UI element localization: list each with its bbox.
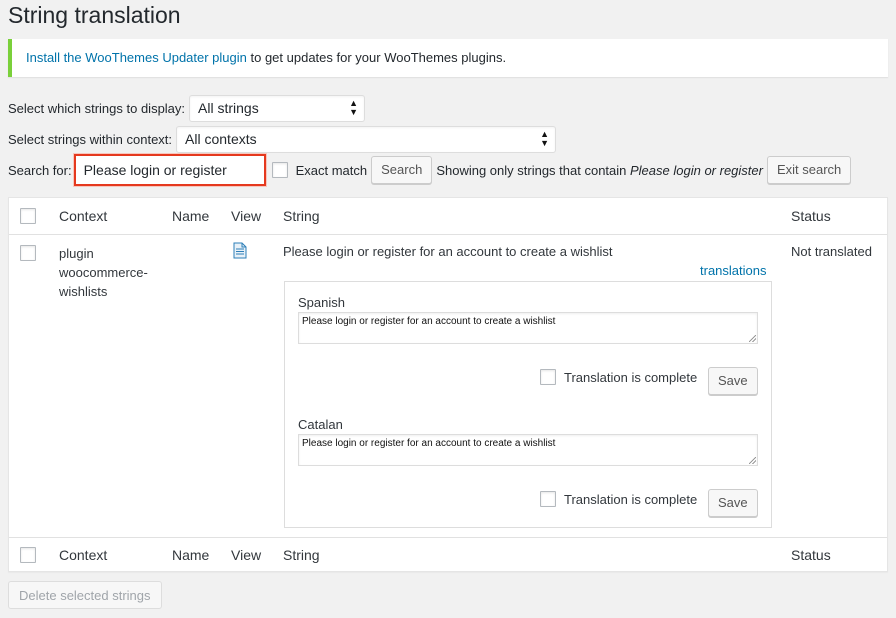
- display-filter-label: Select which strings to display:: [8, 101, 186, 116]
- row-checkbox[interactable]: [20, 245, 36, 261]
- translations-panel: Spanish Please login or register for an …: [284, 281, 772, 528]
- updater-notice: Install the WooThemes Updater plugin to …: [8, 39, 888, 77]
- select-all-checkbox[interactable]: [20, 208, 36, 224]
- search-input[interactable]: Please login or register: [73, 154, 266, 186]
- complete-toggle-catalan: Translation is complete: [540, 491, 697, 507]
- search-row: Search for: Please login or register Exa…: [8, 154, 852, 186]
- display-select[interactable]: All strings ▲ ▼: [189, 95, 366, 122]
- display-filter-row: Select which strings to display: All str…: [8, 95, 366, 122]
- column-header-name: Name: [172, 208, 210, 224]
- display-select-value: All strings: [198, 100, 259, 116]
- context-filter-label: Select strings within context:: [8, 132, 173, 147]
- column-footer-string[interactable]: String: [283, 547, 320, 563]
- complete-toggle-spanish: Translation is complete: [540, 369, 697, 385]
- resize-grip-icon[interactable]: [749, 335, 756, 342]
- save-button-spanish[interactable]: Save: [708, 367, 758, 395]
- language-label-catalan: Catalan: [298, 417, 343, 432]
- select-all-checkbox-footer[interactable]: [20, 547, 36, 563]
- context-select-value: All contexts: [185, 131, 257, 147]
- context-select[interactable]: All contexts ▲ ▼: [176, 126, 557, 153]
- header-divider: [9, 234, 887, 235]
- translation-complete-label: Translation is complete: [564, 491, 698, 507]
- column-footer-status: Status: [791, 547, 831, 563]
- translation-complete-label: Translation is complete: [564, 369, 698, 385]
- search-button[interactable]: Search: [371, 156, 433, 184]
- column-footer-context[interactable]: Context: [59, 547, 107, 563]
- search-label: Search for:: [8, 162, 72, 178]
- select-arrows-icon: ▲ ▼: [540, 129, 550, 148]
- translation-textarea-catalan[interactable]: Please login or register for an account …: [298, 434, 758, 466]
- column-header-string[interactable]: String: [283, 208, 320, 224]
- strings-table: Context Name View String Status plugin w…: [8, 197, 888, 572]
- column-footer-view: View: [231, 547, 262, 563]
- resize-grip-icon[interactable]: [749, 457, 756, 464]
- document-icon[interactable]: [233, 242, 247, 259]
- exit-search-button[interactable]: Exit search: [766, 156, 852, 184]
- search-status-text: Showing only strings that contain Please…: [436, 162, 763, 178]
- language-label-spanish: Spanish: [298, 295, 345, 310]
- exact-match-checkbox[interactable]: [271, 162, 288, 178]
- translation-complete-checkbox-catalan[interactable]: [540, 491, 556, 507]
- save-button-catalan[interactable]: Save: [708, 489, 758, 517]
- delete-selected-button[interactable]: Delete selected strings: [8, 581, 162, 609]
- notice-text: to get updates for your WooThemes plugin…: [246, 50, 507, 65]
- translations-link[interactable]: translations: [700, 263, 766, 278]
- row-string: Please login or register for an account …: [283, 244, 613, 259]
- translation-complete-checkbox-spanish[interactable]: [540, 369, 556, 385]
- row-context: plugin woocommerce- wishlists: [59, 246, 148, 299]
- row-status: Not translated: [791, 244, 872, 259]
- context-filter-row: Select strings within context: All conte…: [8, 126, 557, 153]
- column-header-view: View: [231, 208, 262, 224]
- install-updater-link[interactable]: Install the WooThemes Updater plugin: [26, 50, 247, 65]
- exact-match-label: Exact match: [295, 162, 368, 178]
- select-arrows-icon: ▲ ▼: [349, 98, 359, 117]
- footer-divider: [9, 537, 887, 538]
- column-header-context[interactable]: Context: [59, 208, 107, 224]
- page-title: String translation: [8, 2, 181, 28]
- translation-textarea-spanish[interactable]: Please login or register for an account …: [298, 312, 758, 344]
- column-header-status: Status: [791, 208, 831, 224]
- column-footer-name: Name: [172, 547, 210, 563]
